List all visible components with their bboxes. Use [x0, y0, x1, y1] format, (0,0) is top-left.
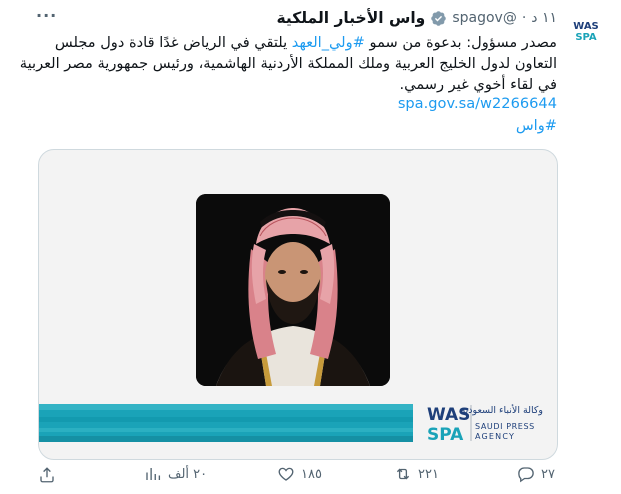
tweet-link[interactable]: spa.gov.sa/w2266644 [398, 95, 557, 112]
share-icon [40, 467, 54, 483]
reply-icon [518, 467, 534, 483]
svg-text:WAS: WAS [573, 21, 599, 32]
like-icon [278, 467, 294, 481]
logo-english-line2: AGENCY [475, 432, 515, 441]
spa-brand-logo: WAS SPA وكالة الأنباء السعودية SAUDI PRE… [425, 401, 545, 445]
tweet-text: مصدر مسؤول: بدعوة من سمو #ولي_العهد يلتق… [12, 32, 557, 95]
spa-logo-icon: WAS SPA [570, 19, 602, 43]
like-count: ١٨٥ [301, 466, 322, 482]
tweet-hashtag[interactable]: #واس [516, 117, 557, 134]
logo-arabic-text: وكالة الأنباء السعودية [461, 404, 543, 416]
separator-dot: · [521, 10, 527, 26]
reply-count: ٢٧ [541, 466, 555, 482]
tweet-text-part: مصدر مسؤول: بدعوة من سمو [364, 34, 557, 51]
media-card[interactable]: WAS SPA وكالة الأنباء السعودية SAUDI PRE… [38, 149, 558, 460]
retweet-count: ٢٢١ [418, 466, 439, 482]
views-count: ٢٠ ألف [168, 466, 208, 482]
reply-button[interactable]: ٢٧ [517, 465, 555, 483]
brand-banner [39, 404, 413, 442]
views-button[interactable]: ٢٠ ألف [144, 465, 207, 483]
retweet-button[interactable]: ٢٢١ [394, 465, 439, 483]
author-handle[interactable]: @spagov [452, 10, 517, 26]
tweet-time[interactable]: ١١ د [531, 10, 557, 26]
share-button[interactable] [38, 466, 56, 488]
like-button[interactable]: ١٨٥ [277, 465, 322, 483]
portrait-image [196, 194, 390, 386]
tweet[interactable]: WAS SPA واس الأخبار الملكية @spagov · ١١… [0, 0, 621, 494]
views-icon [146, 468, 161, 480]
tweet-hashtag-inline[interactable]: #ولي_العهد [292, 34, 365, 51]
verified-icon [430, 10, 447, 27]
avatar[interactable]: WAS SPA [566, 10, 606, 50]
action-bar: ٢٧ ٢٢١ ١٨٥ ٢٠ ألف [0, 465, 621, 489]
author-name[interactable]: واس الأخبار الملكية [276, 9, 425, 27]
svg-text:SPA: SPA [575, 32, 597, 43]
svg-text:SPA: SPA [427, 425, 464, 445]
retweet-icon [396, 468, 410, 480]
logo-english-line1: SAUDI PRESS [475, 422, 535, 431]
tweet-header: واس الأخبار الملكية @spagov · ١١ د [276, 6, 557, 30]
more-icon[interactable]: ··· [36, 6, 57, 25]
